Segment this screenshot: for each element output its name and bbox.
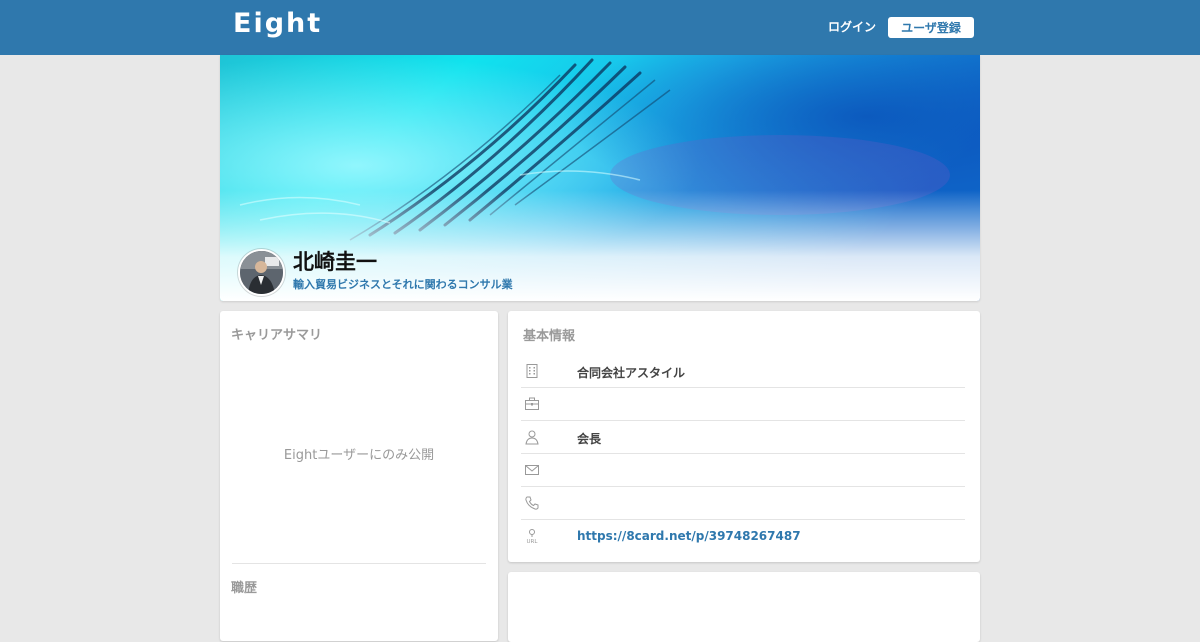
info-row-url: URL https://8card.net/p/39748267487 [521, 520, 965, 553]
person-name: 北崎圭一 [293, 250, 377, 274]
phone-icon [525, 496, 539, 510]
basic-info-card: 基本情報 合同会社アスタイル 会長 URL https://8card.net/… [508, 311, 980, 562]
company-name: 合同会社アスタイル [577, 366, 686, 380]
work-history-title: 職歴 [231, 581, 258, 596]
profile-url-link[interactable]: https://8card.net/p/39748267487 [577, 529, 801, 543]
divider [232, 563, 486, 564]
position-value: 会長 [577, 432, 602, 446]
career-summary-title: キャリアサマリ [231, 328, 323, 343]
signup-button[interactable]: ユーザ登録 [888, 17, 974, 38]
briefcase-icon [525, 397, 539, 410]
person-icon [525, 430, 539, 445]
building-icon [526, 364, 538, 378]
avatar [238, 249, 285, 296]
info-row-phone [521, 487, 965, 520]
career-summary-card: キャリアサマリ Eightユーザーにのみ公開 職歴 [220, 311, 498, 641]
person-tagline: 輸入貿易ビジネスとそれに関わるコンサル業 [293, 278, 513, 291]
mail-icon [525, 465, 539, 475]
info-row-company: 合同会社アスタイル [521, 355, 965, 388]
info-row-email [521, 454, 965, 487]
secondary-card [508, 572, 980, 642]
eight-logo[interactable]: Eight [233, 8, 322, 39]
login-link[interactable]: ログイン [828, 18, 876, 35]
top-navigation-bar: Eight ログイン ユーザ登録 [0, 0, 1200, 55]
info-row-department [521, 388, 965, 421]
private-notice: Eightユーザーにのみ公開 [283, 448, 435, 463]
url-icon: URL [527, 529, 539, 544]
basic-info-title: 基本情報 [523, 329, 576, 344]
info-row-title: 会長 [521, 421, 965, 454]
profile-hero: 北崎圭一 輸入貿易ビジネスとそれに関わるコンサル業 [220, 55, 980, 301]
svg-text:URL: URL [527, 539, 539, 544]
